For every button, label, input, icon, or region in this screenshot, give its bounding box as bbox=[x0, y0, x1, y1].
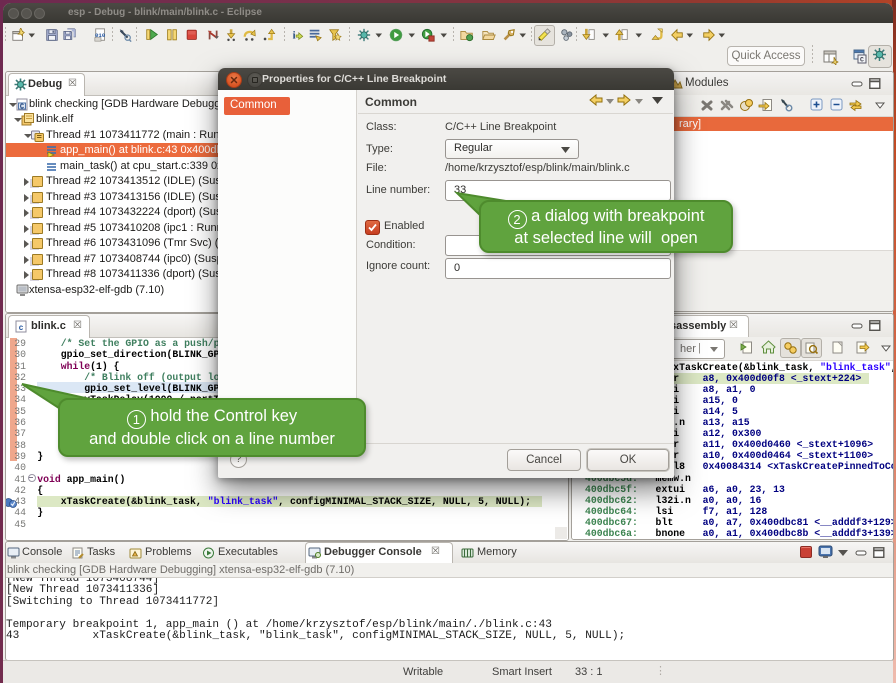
svg-text:i: i bbox=[293, 31, 296, 42]
svg-text:c: c bbox=[19, 324, 24, 333]
svg-text:C: C bbox=[860, 57, 864, 64]
svg-text:C: C bbox=[20, 103, 24, 111]
